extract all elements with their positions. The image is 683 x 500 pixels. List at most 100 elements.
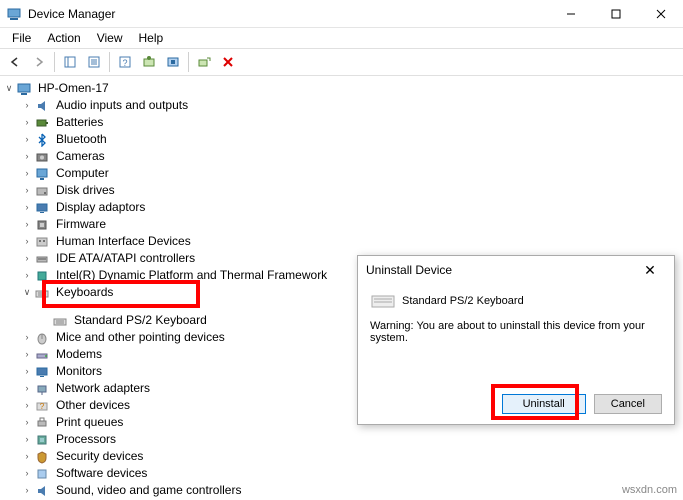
- tree-item-label: IDE ATA/ATAPI controllers: [54, 250, 197, 267]
- software-icon: [34, 466, 50, 482]
- uninstall-button[interactable]: [217, 51, 239, 73]
- tree-root[interactable]: ∨ HP-Omen-17: [2, 80, 681, 97]
- audio-icon: [34, 98, 50, 114]
- close-button[interactable]: [638, 0, 683, 28]
- toolbar: ?: [0, 48, 683, 76]
- expander-icon[interactable]: ›: [20, 414, 34, 431]
- modem-icon: [34, 347, 50, 363]
- firmware-icon: [34, 217, 50, 233]
- expander-icon[interactable]: ›: [20, 182, 34, 199]
- menu-file[interactable]: File: [4, 29, 39, 47]
- uninstall-confirm-button[interactable]: Uninstall: [502, 394, 586, 414]
- disk-icon: [34, 183, 50, 199]
- tree-item[interactable]: ›Sound, video and game controllers: [2, 482, 681, 499]
- cancel-button[interactable]: Cancel: [594, 394, 662, 414]
- tree-item-label: Monitors: [54, 363, 104, 380]
- menu-help[interactable]: Help: [131, 29, 172, 47]
- svg-text:?: ?: [122, 58, 127, 68]
- expander-icon[interactable]: ›: [20, 199, 34, 216]
- tree-item-label: Mice and other pointing devices: [54, 329, 227, 346]
- tree-item-label: Keyboards: [54, 284, 115, 301]
- tree-item-label: Intel(R) Dynamic Platform and Thermal Fr…: [54, 267, 329, 284]
- toolbar-separator: [109, 52, 110, 72]
- expander-icon[interactable]: ›: [20, 431, 34, 448]
- scan-hardware-button[interactable]: [162, 51, 184, 73]
- tree-item[interactable]: › Bluetooth: [2, 131, 681, 148]
- tree-item-label: Standard PS/2 Keyboard: [72, 312, 209, 329]
- expander-icon[interactable]: ›: [20, 165, 34, 182]
- tree-item-label: Network adapters: [54, 380, 152, 397]
- tree-item[interactable]: › Cameras: [2, 148, 681, 165]
- tree-item-label: Computer: [54, 165, 111, 182]
- printer-icon: [34, 415, 50, 431]
- expander-icon[interactable]: ›: [20, 329, 34, 346]
- properties-button[interactable]: [83, 51, 105, 73]
- expander-icon[interactable]: ›: [20, 97, 34, 114]
- expander-icon[interactable]: ›: [20, 482, 34, 499]
- add-hardware-button[interactable]: [193, 51, 215, 73]
- other-icon: ?: [34, 398, 50, 414]
- maximize-button[interactable]: [593, 0, 638, 28]
- tree-item[interactable]: › Batteries: [2, 114, 681, 131]
- expander-icon[interactable]: ›: [20, 363, 34, 380]
- dialog-titlebar: Uninstall Device ✕: [358, 256, 674, 284]
- sound-icon: [34, 483, 50, 499]
- tree-item-label: Display adaptors: [54, 199, 147, 216]
- toolbar-separator: [54, 52, 55, 72]
- tree-item[interactable]: › Display adaptors: [2, 199, 681, 216]
- back-button[interactable]: [4, 51, 26, 73]
- tree-item-label: Modems: [54, 346, 104, 363]
- dialog-close-button[interactable]: ✕: [634, 258, 666, 282]
- tree-item[interactable]: › Computer: [2, 165, 681, 182]
- expander-icon[interactable]: ›: [20, 233, 34, 250]
- computer-icon: [34, 166, 50, 182]
- window-title: Device Manager: [28, 7, 548, 21]
- tree-item-label: Cameras: [54, 148, 107, 165]
- update-driver-button[interactable]: [138, 51, 160, 73]
- app-icon: [6, 6, 22, 22]
- processor-icon: [34, 432, 50, 448]
- tree-item[interactable]: ›Security devices: [2, 448, 681, 465]
- tree-item[interactable]: ›Software devices: [2, 465, 681, 482]
- expander-icon[interactable]: ›: [20, 380, 34, 397]
- expander-icon[interactable]: ›: [20, 346, 34, 363]
- keyboard-icon: [52, 313, 68, 329]
- help-button[interactable]: ?: [114, 51, 136, 73]
- expander-icon[interactable]: ∨: [2, 80, 16, 97]
- tree-item-label: Print queues: [54, 414, 125, 431]
- tree-item[interactable]: ›Human Interface Devices: [2, 233, 681, 250]
- ide-icon: [34, 251, 50, 267]
- expander-icon[interactable]: ›: [20, 465, 34, 482]
- tree-item-label: Firmware: [54, 216, 108, 233]
- security-icon: [34, 449, 50, 465]
- show-hide-tree-button[interactable]: [59, 51, 81, 73]
- minimize-button[interactable]: [548, 0, 593, 28]
- dialog-device-name: Standard PS/2 Keyboard: [402, 295, 524, 307]
- expander-icon[interactable]: ›: [20, 114, 34, 131]
- menu-view[interactable]: View: [89, 29, 131, 47]
- expander-icon[interactable]: ›: [20, 131, 34, 148]
- tree-item-label: Batteries: [54, 114, 105, 131]
- expander-icon[interactable]: ›: [20, 448, 34, 465]
- menu-action[interactable]: Action: [39, 29, 88, 47]
- expander-icon[interactable]: ›: [20, 250, 34, 267]
- tree-item[interactable]: › Firmware: [2, 216, 681, 233]
- tree-item[interactable]: ›Disk drives: [2, 182, 681, 199]
- expander-icon[interactable]: ›: [20, 148, 34, 165]
- keyboard-icon: [34, 285, 50, 301]
- expander-icon[interactable]: ›: [20, 397, 34, 414]
- toolbar-separator: [188, 52, 189, 72]
- tree-item[interactable]: ›Audio inputs and outputs: [2, 97, 681, 114]
- expander-icon[interactable]: ›: [20, 216, 34, 233]
- bluetooth-icon: [34, 132, 50, 148]
- menu-bar: File Action View Help: [0, 28, 683, 48]
- tree-item[interactable]: ›Processors: [2, 431, 681, 448]
- hid-icon: [34, 234, 50, 250]
- title-bar: Device Manager: [0, 0, 683, 28]
- expander-icon[interactable]: ∨: [20, 284, 34, 301]
- forward-button[interactable]: [28, 51, 50, 73]
- expander-icon[interactable]: ›: [20, 267, 34, 284]
- mouse-icon: [34, 330, 50, 346]
- tree-item-label: Bluetooth: [54, 131, 109, 148]
- camera-icon: [34, 149, 50, 165]
